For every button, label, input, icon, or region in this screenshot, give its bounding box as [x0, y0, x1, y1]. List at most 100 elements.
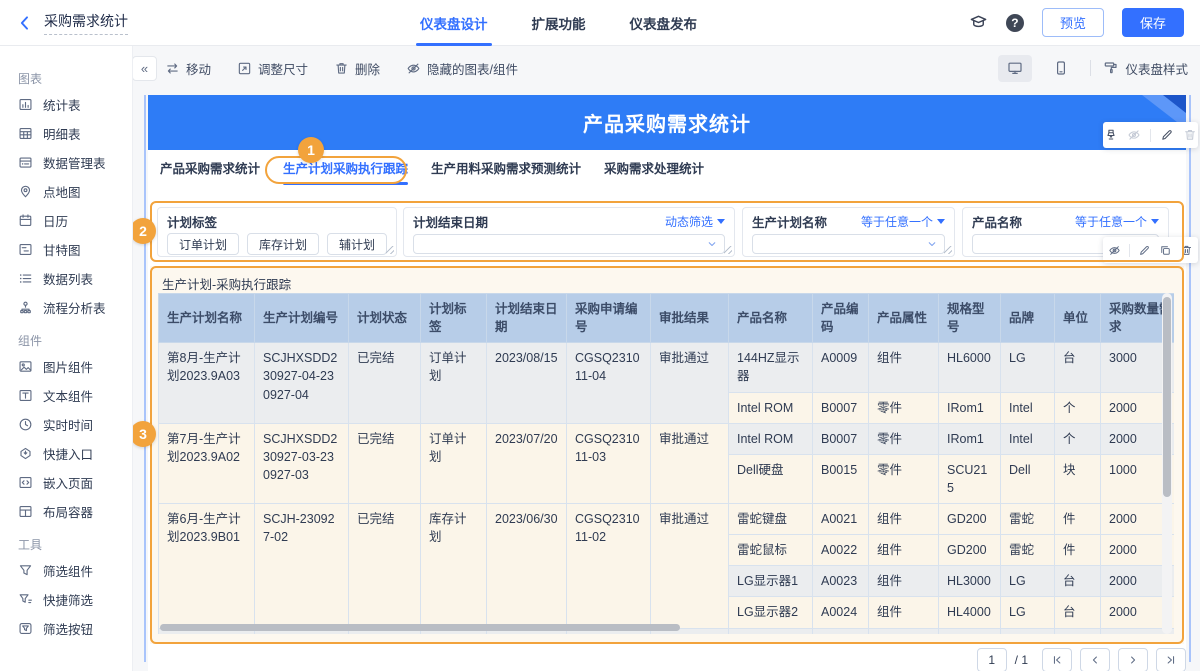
column-header[interactable]: 采购申请编号 — [566, 293, 651, 344]
academy-icon[interactable] — [969, 13, 988, 32]
column-header[interactable]: 计划状态 — [348, 293, 421, 344]
filter-tag-button[interactable]: 订单计划 — [167, 233, 239, 255]
product-cell: Intel — [1000, 422, 1055, 455]
first-page-button[interactable] — [1042, 648, 1072, 671]
filter-select[interactable] — [752, 234, 945, 254]
sidebar-item-shortcut[interactable]: 快捷入口 — [18, 439, 132, 468]
next-page-button[interactable] — [1118, 648, 1148, 671]
sidebar-item-flow-analysis[interactable]: 流程分析表 — [18, 293, 132, 322]
product-cell: 组件 — [868, 502, 939, 536]
top-nav-item-2[interactable]: 扩展功能 — [532, 0, 586, 46]
sidebar-item-filter-button[interactable]: 筛选按钮 — [18, 614, 132, 643]
dashboard-tab-1[interactable]: 产品采购需求统计 — [160, 150, 260, 184]
resize-handle[interactable] — [386, 246, 394, 254]
product-cell: A0022 — [812, 534, 869, 567]
filter-operator-dropdown[interactable]: 等于任意一个 — [1075, 213, 1159, 230]
desktop-view-button[interactable] — [998, 54, 1033, 82]
table-row[interactable]: 第6月-生产计划2023.9B01 SCJH-230927-02 已完结 库存计划 20… — [158, 502, 1174, 629]
last-page-button[interactable] — [1156, 648, 1186, 671]
toolbar-divider — [1150, 128, 1151, 142]
column-header[interactable]: 审批结果 — [650, 293, 729, 344]
horizontal-scrollbar-thumb[interactable] — [160, 624, 680, 631]
column-header[interactable]: 计划标签 — [420, 293, 487, 344]
collapse-sidebar-button[interactable]: « — [132, 56, 157, 81]
save-button[interactable]: 保存 — [1121, 8, 1184, 37]
toolbar-eye-off-button[interactable]: 隐藏的图表/组件 — [406, 59, 518, 78]
sidebar-item-image[interactable]: 图片组件 — [18, 352, 132, 381]
filter-card-2[interactable]: 计划结束日期 动态筛选 — [403, 207, 735, 257]
sidebar-item-text-comp[interactable]: 文本组件 — [18, 381, 132, 410]
pag-prev-icon — [1089, 654, 1101, 666]
column-header[interactable]: 规格型号 — [938, 293, 1001, 344]
vertical-scrollbar-thumb[interactable] — [1163, 297, 1171, 497]
top-nav-item-1[interactable]: 仪表盘设计 — [416, 0, 491, 46]
eye-off-icon[interactable] — [1108, 244, 1121, 257]
sidebar-item-calendar[interactable]: 日历 — [18, 206, 132, 235]
filter-select[interactable] — [413, 234, 725, 254]
column-header[interactable]: 计划结束日期 — [486, 293, 567, 344]
sidebar-item-label: 点地图 — [43, 186, 81, 200]
sidebar-item-gantt[interactable]: 甘特图 — [18, 235, 132, 264]
column-header[interactable]: 产品属性 — [868, 293, 939, 344]
table-row[interactable]: 第7月-生产计划2023.9A02 SCJHXSDD230927-03-23092… — [158, 422, 1174, 505]
filter-tag-button[interactable]: 库存计划 — [247, 233, 319, 255]
dashboard-tab-4[interactable]: 采购需求处理统计 — [604, 150, 704, 184]
sidebar-item-detail-table[interactable]: 明细表 — [18, 119, 132, 148]
product-cell: 组件 — [868, 342, 939, 393]
filter-operator-dropdown[interactable]: 动态筛选 — [665, 213, 725, 230]
product-cell: 件 — [1054, 534, 1101, 567]
table-scroll-area: 生产计划名称 生产计划编号 计划状态 计划标签 计划结束日期 采购申请编号 审批结果 产品名称… — [158, 293, 1174, 634]
filter-hover-toolbar — [1103, 237, 1198, 263]
table-component[interactable]: 生产计划-采购执行跟踪 生产计划名称 生产计划编号 计划状态 计划标签 计划结束日期 采购… — [150, 266, 1184, 644]
plan-cell: CGSQ231011-02 — [566, 503, 651, 629]
dashboard-style-button[interactable]: 仪表盘样式 — [1103, 59, 1188, 78]
sidebar-item-stat-table[interactable]: 统计表 — [18, 90, 132, 119]
resize-handle[interactable] — [944, 246, 952, 254]
column-header[interactable]: 产品编码 — [812, 293, 869, 344]
pencil-icon[interactable] — [1160, 128, 1174, 142]
sidebar-item-embed[interactable]: 嵌入页面 — [18, 468, 132, 497]
filter-label: 计划标签 — [167, 216, 218, 230]
pencil-icon[interactable] — [1138, 244, 1151, 257]
back-icon[interactable] — [16, 14, 34, 32]
table-row[interactable]: 第8月-生产计划2023.9A03 SCJHXSDD230927-04-23092… — [158, 342, 1174, 424]
filter-operator-dropdown[interactable]: 等于任意一个 — [861, 213, 945, 230]
sidebar-item-funnel[interactable]: 筛选组件 — [18, 556, 132, 585]
mobile-view-button[interactable] — [1044, 55, 1078, 82]
sidebar-item-dot-map[interactable]: 点地图 — [18, 177, 132, 206]
sidebar-item-clock[interactable]: 实时时间 — [18, 410, 132, 439]
trash-icon[interactable] — [1180, 244, 1193, 257]
sidebar-item-quick-filter[interactable]: 快捷筛选 — [18, 585, 132, 614]
help-icon[interactable]: ? — [1005, 13, 1024, 32]
column-header[interactable]: 生产计划编号 — [254, 293, 349, 344]
toolbar-resize-button[interactable]: 调整尺寸 — [237, 59, 308, 78]
page-number-input[interactable]: 1 — [976, 648, 1007, 671]
resize-handle[interactable] — [724, 246, 732, 254]
column-header[interactable]: 单位 — [1054, 293, 1101, 344]
product-cell: 雷蛇鼠标 — [728, 534, 813, 567]
format-paint-icon[interactable] — [1104, 128, 1118, 142]
annotation-badge-3: 3 — [130, 421, 156, 447]
column-header[interactable]: 产品名称 — [728, 293, 813, 344]
filter-card-3[interactable]: 生产计划名称 等于任意一个 — [742, 207, 955, 257]
column-header[interactable]: 品牌 — [1000, 293, 1055, 344]
horizontal-scrollbar[interactable] — [158, 623, 1162, 632]
previous-page-button[interactable] — [1080, 648, 1110, 671]
sidebar-item-data-manage-table[interactable]: 数据管理表 — [18, 148, 132, 177]
eye-off-icon[interactable] — [1127, 128, 1141, 142]
dashboard-tab-3[interactable]: 生产用料采购需求预测统计 — [431, 150, 581, 184]
filter-tag-button[interactable]: 辅计划 — [327, 233, 387, 255]
toolbar-trash-button[interactable]: 删除 — [334, 59, 380, 78]
filter-card-1[interactable]: 计划标签订单计划 库存计划 辅计划 — [157, 207, 397, 257]
vertical-scrollbar[interactable] — [1162, 293, 1172, 634]
table-title: 生产计划-采购执行跟踪 — [162, 278, 292, 292]
preview-button[interactable]: 预览 — [1041, 8, 1104, 37]
column-header[interactable]: 生产计划名称 — [158, 293, 255, 344]
top-nav-item-3[interactable]: 仪表盘发布 — [630, 0, 698, 46]
trash-icon[interactable] — [1183, 128, 1197, 142]
sidebar-item-layout[interactable]: 布局容器 — [18, 497, 132, 526]
copy-icon[interactable] — [1159, 244, 1172, 257]
sidebar-item-data-list[interactable]: 数据列表 — [18, 264, 132, 293]
toolbar-move-button[interactable]: 移动 — [165, 59, 211, 78]
detail-table-icon — [18, 126, 33, 141]
